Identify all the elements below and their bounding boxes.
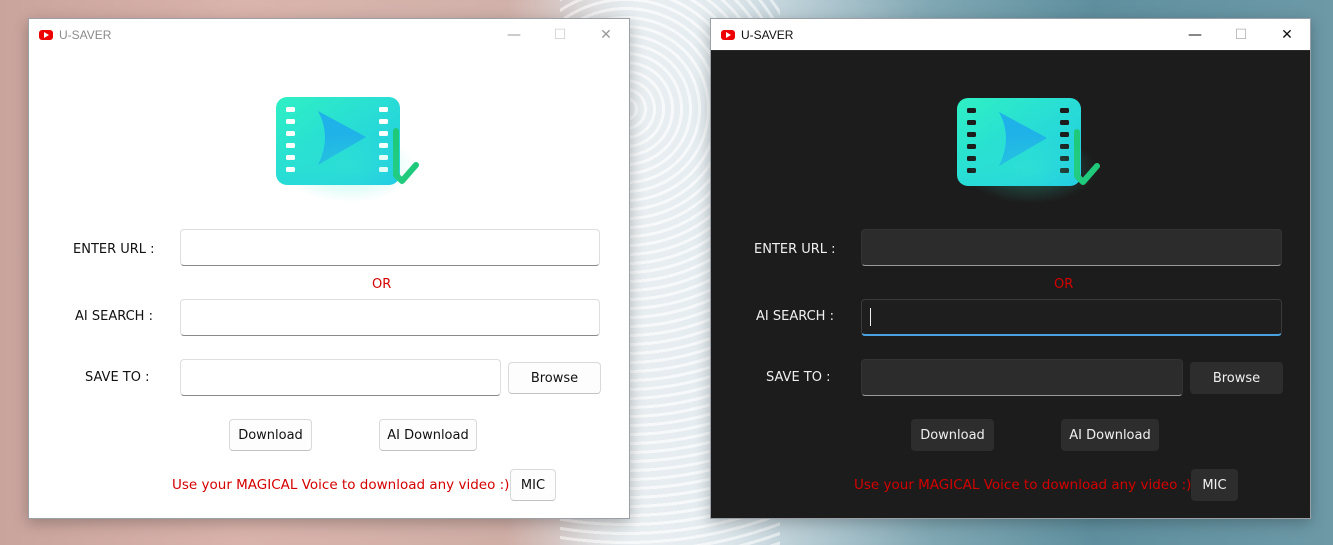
url-input[interactable]: [180, 229, 600, 266]
download-button[interactable]: Download: [229, 419, 312, 451]
window-controls: — ☐ ✕: [491, 19, 629, 51]
youtube-play-icon: [39, 30, 53, 40]
voice-prompt-text: Use your MAGICAL Voice to download any v…: [854, 477, 1192, 493]
save-to-label: SAVE TO :: [85, 370, 150, 385]
close-icon[interactable]: ✕: [1264, 19, 1310, 51]
minimize-icon[interactable]: —: [1172, 19, 1218, 51]
browse-button[interactable]: Browse: [1190, 362, 1283, 394]
mic-button[interactable]: MIC: [510, 469, 556, 501]
url-input[interactable]: [861, 229, 1282, 266]
save-to-input[interactable]: [861, 359, 1183, 396]
maximize-icon[interactable]: ☐: [1218, 19, 1264, 51]
maximize-icon[interactable]: ☐: [537, 19, 583, 51]
u-saver-window-light: U-SAVER — ☐ ✕ ENTER URL: OR AI SEARCH:…: [28, 18, 630, 519]
main-content: ENTER URL : OR AI SEARCH : SAVE TO : Bro…: [29, 51, 629, 518]
url-label: ENTER URL :: [754, 242, 836, 257]
ai-search-label: AI SEARCH :: [756, 309, 834, 324]
window-title: U-SAVER: [59, 28, 112, 42]
youtube-play-icon: [721, 29, 735, 40]
mic-button[interactable]: MIC: [1191, 469, 1238, 501]
or-text: OR: [1054, 277, 1074, 292]
logo-glow: [282, 133, 417, 203]
browse-button[interactable]: Browse: [508, 362, 601, 394]
window-controls: — ☐ ✕: [1172, 19, 1310, 51]
ai-download-button[interactable]: AI Download: [379, 419, 477, 451]
ai-search-input[interactable]: [180, 299, 600, 336]
save-to-input[interactable]: [180, 359, 501, 396]
video-download-logo-icon: [274, 93, 419, 203]
video-download-logo-icon: [955, 94, 1100, 204]
text-caret: [870, 308, 871, 326]
url-label: ENTER URL :: [73, 242, 155, 257]
minimize-icon[interactable]: —: [491, 19, 537, 51]
ai-download-button[interactable]: AI Download: [1061, 419, 1159, 451]
logo-glow: [963, 134, 1098, 204]
voice-prompt-text: Use your MAGICAL Voice to download any v…: [172, 477, 510, 493]
download-button[interactable]: Download: [911, 419, 994, 451]
ai-search-input[interactable]: [861, 299, 1282, 336]
window-title: U-SAVER: [741, 27, 794, 42]
u-saver-window-dark: U-SAVER — ☐ ✕ ENTER URL: OR AI SEARCH:…: [710, 18, 1311, 519]
title-bar[interactable]: U-SAVER — ☐ ✕: [711, 19, 1310, 51]
or-text: OR: [372, 277, 392, 292]
main-content: ENTER URL : OR AI SEARCH : SAVE TO : Bro…: [711, 51, 1310, 518]
ai-search-label: AI SEARCH :: [75, 309, 153, 324]
save-to-label: SAVE TO :: [766, 370, 831, 385]
close-icon[interactable]: ✕: [583, 19, 629, 51]
title-bar[interactable]: U-SAVER — ☐ ✕: [29, 19, 629, 51]
